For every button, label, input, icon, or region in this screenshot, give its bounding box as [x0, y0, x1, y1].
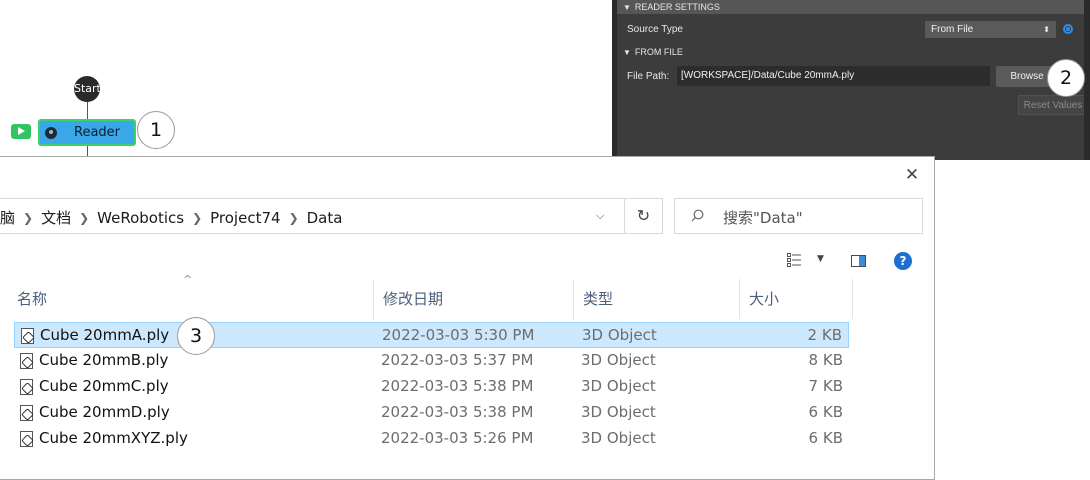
- view-options-caret-icon[interactable]: ▼: [817, 254, 824, 264]
- file-row[interactable]: Cube 20mmC.ply 2022-03-03 5:38 PM 3D Objec…: [14, 374, 849, 400]
- file-path-label: File Path:: [627, 71, 670, 82]
- file-modified-date: 2022-03-03 5:30 PM: [382, 326, 535, 344]
- file-size: 6 KB: [808, 403, 843, 421]
- open-file-dialog: ✕ 电脑 ❯ 文档 ❯ WeRobotics ❯ Project74 ❯ Dat…: [0, 156, 935, 480]
- chevron-right-icon: ❯: [79, 210, 90, 225]
- collapse-caret-icon: ▼: [623, 48, 631, 57]
- reader-settings-title: READER SETTINGS: [634, 2, 720, 12]
- details-view-icon[interactable]: [787, 253, 801, 267]
- reader-settings-header[interactable]: ▼ READER SETTINGS: [617, 0, 1084, 14]
- 3d-object-file-icon: [20, 405, 33, 421]
- source-type-value: From File: [931, 24, 974, 35]
- 3d-object-file-icon: [21, 328, 34, 344]
- source-type-label: Source Type: [627, 24, 683, 35]
- chevron-down-icon[interactable]: ⌵: [596, 209, 604, 223]
- file-row[interactable]: Cube 20mmXYZ.ply 2022-03-03 5:26 PM 3D Obj…: [14, 426, 849, 452]
- select-arrow-icon: ⬍: [1043, 25, 1050, 34]
- file-modified-date: 2022-03-03 5:37 PM: [381, 351, 534, 369]
- search-icon: [691, 209, 704, 222]
- search-placeholder: 搜索"Data": [723, 209, 803, 227]
- source-type-radio-icon[interactable]: [1063, 24, 1073, 34]
- chevron-right-icon: ❯: [288, 210, 299, 225]
- breadcrumb-item-data[interactable]: Data: [307, 209, 343, 227]
- search-box[interactable]: 搜索"Data": [674, 198, 923, 234]
- 3d-object-file-icon: [20, 379, 33, 395]
- file-row[interactable]: Cube 20mmA.ply 2022-03-03 5:30 PM 3D Objec…: [14, 322, 849, 348]
- file-type: 3D Object: [582, 326, 657, 344]
- file-row[interactable]: Cube 20mmD.ply 2022-03-03 5:38 PM 3D Objec…: [14, 400, 849, 426]
- source-type-select[interactable]: From File ⬍: [925, 21, 1056, 38]
- play-icon[interactable]: [11, 124, 31, 139]
- 3d-object-file-icon: [20, 353, 33, 369]
- breadcrumb-item-documents[interactable]: 文档: [41, 207, 71, 228]
- sort-ascending-icon: ^: [183, 273, 193, 286]
- 3d-object-file-icon: [20, 431, 33, 447]
- breadcrumb-item-project74[interactable]: Project74: [210, 209, 280, 227]
- breadcrumb-item-werobotics[interactable]: WeRobotics: [97, 209, 184, 227]
- file-modified-date: 2022-03-03 5:26 PM: [381, 429, 534, 447]
- file-path-field[interactable]: [WORKSPACE]/Data/Cube 20mmA.ply: [677, 66, 990, 86]
- from-file-header[interactable]: ▼ FROM FILE: [617, 45, 1084, 59]
- file-name: Cube 20mmC.ply: [39, 377, 169, 395]
- column-header-size[interactable]: 大小: [749, 287, 779, 319]
- file-type: 3D Object: [581, 429, 656, 447]
- start-node-label: Start: [74, 82, 100, 95]
- reader-node[interactable]: Reader: [38, 119, 136, 146]
- column-header-name[interactable]: 名称: [17, 287, 47, 319]
- close-icon[interactable]: ✕: [902, 165, 922, 185]
- preview-pane-icon[interactable]: [851, 255, 866, 267]
- column-header-type[interactable]: 类型: [583, 287, 613, 319]
- connector-line: [87, 102, 88, 119]
- file-modified-date: 2022-03-03 5:38 PM: [381, 377, 534, 395]
- from-file-title: FROM FILE: [634, 47, 683, 57]
- chevron-right-icon: ❯: [192, 210, 203, 225]
- file-type: 3D Object: [581, 403, 656, 421]
- file-size: 8 KB: [808, 351, 843, 369]
- refresh-icon[interactable]: ↻: [624, 199, 662, 233]
- column-divider[interactable]: [573, 279, 574, 319]
- callout-3: 3: [177, 317, 215, 355]
- properties-panel: ▼ READER SETTINGS Source Type From File ⬍…: [612, 0, 1090, 160]
- callout-2: 2: [1047, 59, 1085, 97]
- chevron-right-icon: ❯: [23, 210, 34, 225]
- column-divider[interactable]: [373, 279, 374, 319]
- file-name: Cube 20mmB.ply: [39, 351, 169, 369]
- file-name: Cube 20mmA.ply: [40, 326, 170, 344]
- file-size: 7 KB: [808, 377, 843, 395]
- file-row[interactable]: Cube 20mmB.ply 2022-03-03 5:37 PM 3D Objec…: [14, 348, 849, 374]
- reset-values-button[interactable]: Reset Values: [1018, 95, 1088, 115]
- file-size: 2 KB: [807, 326, 842, 344]
- column-header-date[interactable]: 修改日期: [383, 287, 443, 319]
- start-node[interactable]: Start: [74, 76, 100, 102]
- file-modified-date: 2022-03-03 5:38 PM: [381, 403, 534, 421]
- reader-node-icon: [45, 126, 57, 139]
- breadcrumb-item-computer[interactable]: 电脑: [0, 207, 15, 228]
- collapse-caret-icon: ▼: [623, 3, 631, 12]
- screenshot-stage: Start Reader 1 ▼ READER SETTINGS Source T…: [0, 0, 1090, 480]
- address-bar[interactable]: 电脑 ❯ 文档 ❯ WeRobotics ❯ Project74 ❯ Data …: [0, 198, 663, 234]
- file-type: 3D Object: [581, 377, 656, 395]
- file-type: 3D Object: [581, 351, 656, 369]
- file-name: Cube 20mmD.ply: [39, 403, 170, 421]
- breadcrumb: 电脑 ❯ 文档 ❯ WeRobotics ❯ Project74 ❯ Data: [0, 207, 342, 228]
- reader-node-label: Reader: [74, 125, 121, 140]
- flow-canvas[interactable]: Start Reader 1: [0, 0, 612, 160]
- callout-1: 1: [137, 111, 175, 149]
- column-divider[interactable]: [739, 279, 740, 319]
- help-icon[interactable]: ?: [894, 252, 912, 270]
- file-name: Cube 20mmXYZ.ply: [39, 429, 188, 447]
- file-size: 6 KB: [808, 429, 843, 447]
- column-divider[interactable]: [852, 279, 853, 319]
